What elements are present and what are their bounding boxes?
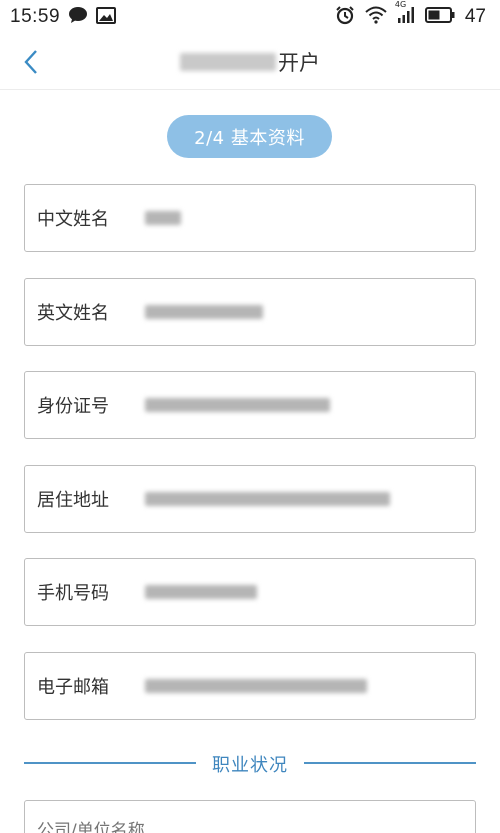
- page-title: 开户: [180, 47, 320, 77]
- field-label: 居住地址: [37, 490, 109, 511]
- status-time: 15:59: [10, 6, 61, 27]
- phone-number-field[interactable]: 手机号码: [24, 558, 476, 626]
- email-field[interactable]: 电子邮箱: [24, 652, 476, 720]
- status-bar: 15:59 4G 47: [0, 0, 500, 34]
- status-bar-left: 15:59: [10, 6, 117, 28]
- blurred-field-value: [145, 679, 367, 693]
- blurred-field-value: [145, 305, 263, 319]
- company-name-input[interactable]: [37, 821, 337, 833]
- section-title: 职业状况: [212, 755, 288, 776]
- wifi-icon: [365, 6, 387, 28]
- id-number-field[interactable]: 身份证号: [24, 371, 476, 439]
- nav-bar: 开户: [0, 34, 500, 90]
- field-label: 手机号码: [37, 583, 109, 604]
- blurred-title-text: [180, 52, 276, 71]
- alarm-clock-icon: [335, 5, 355, 29]
- company-name-field[interactable]: [24, 800, 476, 833]
- chevron-left-icon: [24, 50, 37, 74]
- page-title-suffix: 开户: [278, 50, 320, 75]
- blurred-field-value: [145, 211, 181, 225]
- back-button[interactable]: [18, 46, 46, 78]
- blurred-field-value: [145, 398, 330, 412]
- blurred-field-value: [145, 492, 390, 506]
- chat-bubble-icon: [68, 6, 88, 28]
- battery-level: 47: [464, 6, 486, 27]
- image-icon: [96, 6, 117, 28]
- network-type: 4G: [394, 0, 407, 9]
- field-label: 英文姓名: [37, 303, 109, 324]
- signal-icon: 4G: [395, 0, 415, 28]
- address-field[interactable]: 居住地址: [24, 465, 476, 533]
- step-indicator: 2/4 基本资料: [167, 115, 332, 158]
- status-bar-right: 4G 47: [335, 0, 486, 29]
- section-divider-right: [304, 762, 476, 764]
- field-label: 电子邮箱: [37, 677, 109, 698]
- blurred-field-value: [145, 585, 257, 599]
- chinese-name-field[interactable]: 中文姓名: [24, 184, 476, 252]
- field-label: 身份证号: [37, 396, 109, 417]
- field-label: 中文姓名: [37, 209, 109, 230]
- english-name-field[interactable]: 英文姓名: [24, 278, 476, 346]
- battery-icon: [424, 7, 455, 27]
